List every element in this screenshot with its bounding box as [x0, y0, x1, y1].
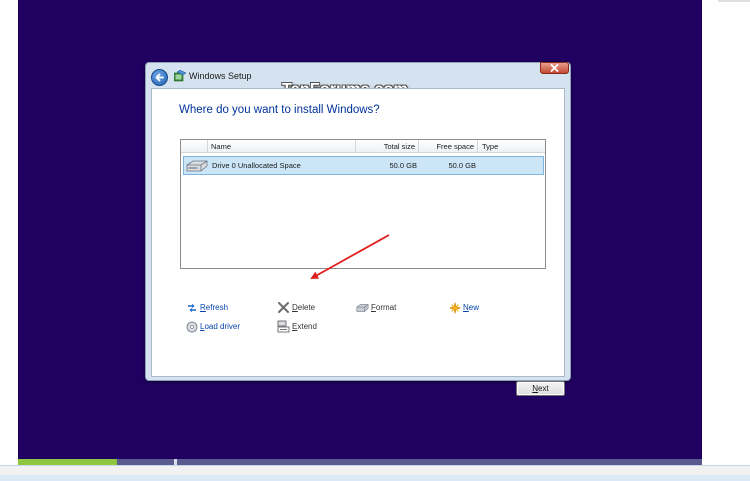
refresh-label: efresh [205, 303, 229, 312]
dialog-title: Windows Setup [189, 71, 252, 81]
table-row[interactable]: Drive 0 Unallocated Space 50.0 GB 50.0 G… [183, 156, 544, 175]
dialog-content: Where do you want to install Windows? Na… [151, 88, 565, 396]
drive-list[interactable]: Name Total size Free space Type Drive 0 … [180, 139, 546, 269]
format-label: ormat [375, 303, 397, 312]
corner-mark [718, 0, 750, 2]
close-button[interactable] [540, 62, 569, 74]
windows-setup-icon [174, 70, 186, 82]
load-driver-label: oad driver [204, 322, 241, 331]
delete-label: elete [297, 303, 316, 312]
delete-button[interactable]: Delete [277, 301, 315, 314]
refresh-icon [185, 301, 198, 314]
format-button[interactable]: Format [356, 301, 396, 314]
new-partition-button[interactable]: New [448, 301, 479, 314]
column-header-free-space[interactable]: Free space [419, 140, 478, 153]
format-drive-icon [356, 301, 369, 314]
next-button[interactable]: Next [516, 381, 565, 396]
drive-name: Drive 0 Unallocated Space [212, 161, 301, 170]
extend-button[interactable]: Extend [277, 320, 317, 333]
column-header-icon [181, 140, 208, 153]
screenshot-canvas: Windows Setup TenForums.com Where do you… [0, 0, 750, 481]
drive-total-size: 50.0 GB [389, 161, 417, 170]
column-header-name[interactable]: Name [208, 140, 356, 153]
drive-free-space: 50.0 GB [448, 161, 476, 170]
page-heading: Where do you want to install Windows? [179, 104, 380, 116]
new-label: ew [468, 303, 480, 312]
back-arrow-icon [155, 73, 164, 82]
delete-x-icon [277, 301, 290, 314]
close-icon [550, 64, 559, 72]
next-label: ext [538, 384, 549, 393]
extend-label: xtend [297, 322, 317, 331]
new-star-icon [448, 301, 461, 314]
load-driver-button[interactable]: Load driver [185, 320, 240, 333]
refresh-button[interactable]: Refresh [185, 301, 228, 314]
windows-setup-dialog: Windows Setup TenForums.com Where do you… [145, 62, 571, 396]
column-header-total-size[interactable]: Total size [356, 140, 419, 153]
load-driver-icon [185, 320, 198, 333]
hard-drive-icon [186, 160, 208, 172]
table-header: Name Total size Free space Type [181, 140, 545, 153]
back-button[interactable] [151, 69, 168, 86]
bottom-band-line [0, 475, 750, 481]
extend-drive-icon [277, 320, 290, 333]
column-header-type[interactable]: Type [478, 140, 545, 153]
